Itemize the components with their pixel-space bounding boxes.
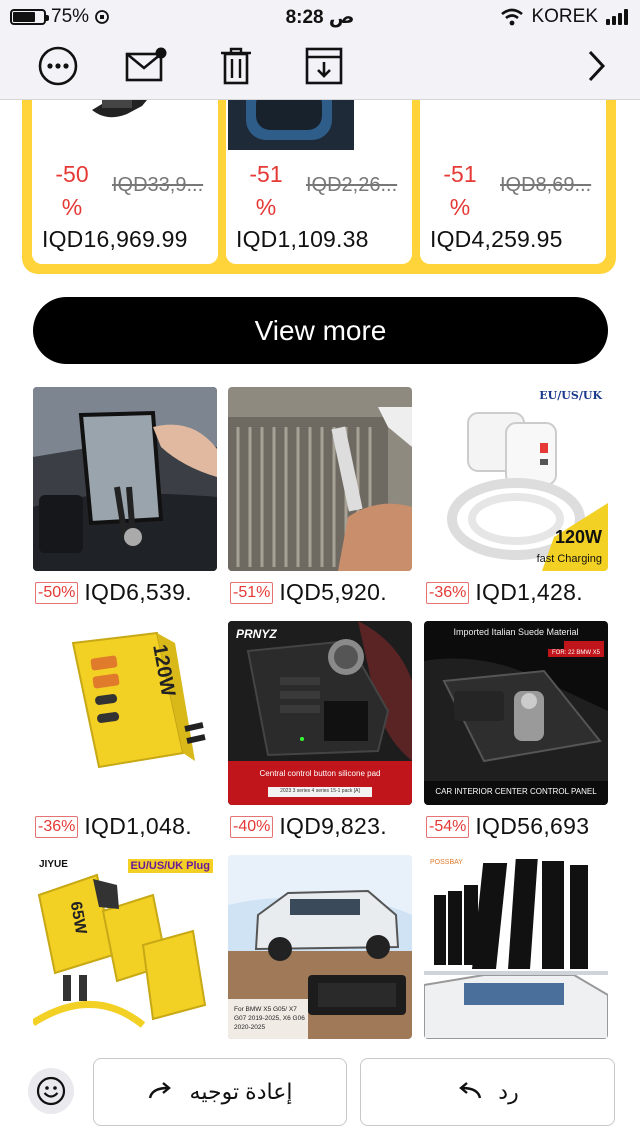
reply-label: رد [498,1079,519,1104]
product-price: IQD1,048. [84,813,192,839]
signal-icon [606,9,628,25]
deal-price: IQD4,259.95 [430,226,563,252]
brand-logo: PRNYZ [236,627,277,641]
product-image: For BMW X5 G05/ X7 G07 2019-2025, X6 G06… [228,855,412,1039]
delete-button[interactable] [212,42,260,90]
product-price: IQD5,920. [279,579,387,605]
product-price: IQD9,823. [279,813,387,839]
reaction-button[interactable] [28,1068,74,1114]
caption-line: For BMW X5 G05/ X7 [234,1006,297,1013]
caption-line: 2020-2025 [234,1024,266,1031]
wifi-icon [501,8,524,26]
reply-arrow-icon [459,1082,482,1099]
archive-icon [305,47,343,85]
deal-card[interactable]: -51 % IQD2,26... IQD1,109.38 [226,100,412,264]
brand-logo: POSSBAY [430,859,463,866]
reply-button[interactable]: رد [360,1058,615,1126]
smiley-icon [36,1076,66,1106]
discount-badge: -40% [230,815,274,838]
deal-discount: -50 % [55,161,89,220]
forward-label: إعادة توجيه [189,1079,293,1104]
image-caption: EU/US/UK [539,389,602,402]
image-caption: FOR: 22 BMW X5 [547,649,604,657]
forward-arrow-icon [148,1082,171,1099]
product-price: IQD56,693 [475,813,590,839]
image-caption: For BMW X5 G05/ X7 G07 2019-2025, X6 G06… [234,1005,305,1032]
status-bar: 75% 8:28 ص KOREK [0,0,640,34]
forward-button[interactable]: إعادة توجيه [93,1058,347,1126]
deal-original-price: IQD2,26... [306,174,398,196]
carrier-name: KOREK [531,6,598,27]
deal-card[interactable]: -51 % IQD8,69... IQD4,259.95 [420,100,606,264]
view-more-button[interactable]: View more [33,297,608,364]
bottom-action-bar: إعادة توجيه رد [0,1046,640,1138]
image-caption: Central control button silicone pad [259,769,381,778]
deal-original-price: IQD8,69... [500,174,592,196]
product-image: 120W [33,621,217,805]
deal-card[interactable]: -50 % IQD33,9... IQD16,969.99 [32,100,218,264]
discount-badge: -50% [35,581,79,604]
product-price: IQD1,428. [475,579,583,605]
image-caption: 2023 3 series 4 series 15-1 pack [A] [280,788,360,794]
image-caption: EU/US/UK Plug [127,859,213,873]
toolbar [0,40,640,92]
deal-discount: -51 % [443,161,477,220]
image-caption: fast Charging [536,553,602,565]
more-icon [38,46,78,86]
next-message-button[interactable] [572,42,620,90]
message-body[interactable]: -50 % IQD33,9... IQD16,969.99 -51 % IQD2… [0,100,640,1046]
product-image [33,387,217,571]
image-caption: 120W [554,527,602,547]
product-image: POSSBAY [424,855,608,1039]
product-image: Imported Italian Suede Material FOR: 22 … [424,621,608,805]
discount-badge: -54% [426,815,470,838]
image-caption: CAR INTERIOR CENTER CONTROL PANEL [435,787,597,796]
deals-panel: -50 % IQD33,9... IQD16,969.99 -51 % IQD2… [22,100,616,274]
brand-logo: JIYUE [39,859,68,870]
deal-discount: -51 % [249,161,283,220]
top-bar: 75% 8:28 ص KOREK [0,0,640,100]
more-button[interactable] [34,42,82,90]
deal-image [32,100,218,150]
archive-button[interactable] [300,42,348,90]
chevron-right-icon [588,50,606,82]
deal-price: IQD1,109.38 [236,226,369,252]
product-price: IQD6,539. [84,579,192,605]
mail-unread-icon [125,47,167,82]
deal-original-price: IQD33,9... [112,174,204,196]
product-image [228,387,412,571]
image-caption: Imported Italian Suede Material [453,627,579,637]
mark-unread-button[interactable] [122,42,170,90]
product-image: JIYUE EU/US/UK Plug 65W [33,855,217,1039]
product-image: EU/US/UK 120W fast Charging [424,387,608,571]
product-image: PRNYZ Central control button silicone pa… [228,621,412,805]
deal-image [420,100,606,150]
discount-badge: -51% [230,581,274,604]
deal-image [226,100,412,150]
discount-badge: -36% [426,581,470,604]
caption-line: G07 2019-2025, X6 G06 [234,1015,305,1022]
trash-icon [221,47,251,85]
discount-badge: -36% [35,815,79,838]
deal-price: IQD16,969.99 [42,226,188,252]
